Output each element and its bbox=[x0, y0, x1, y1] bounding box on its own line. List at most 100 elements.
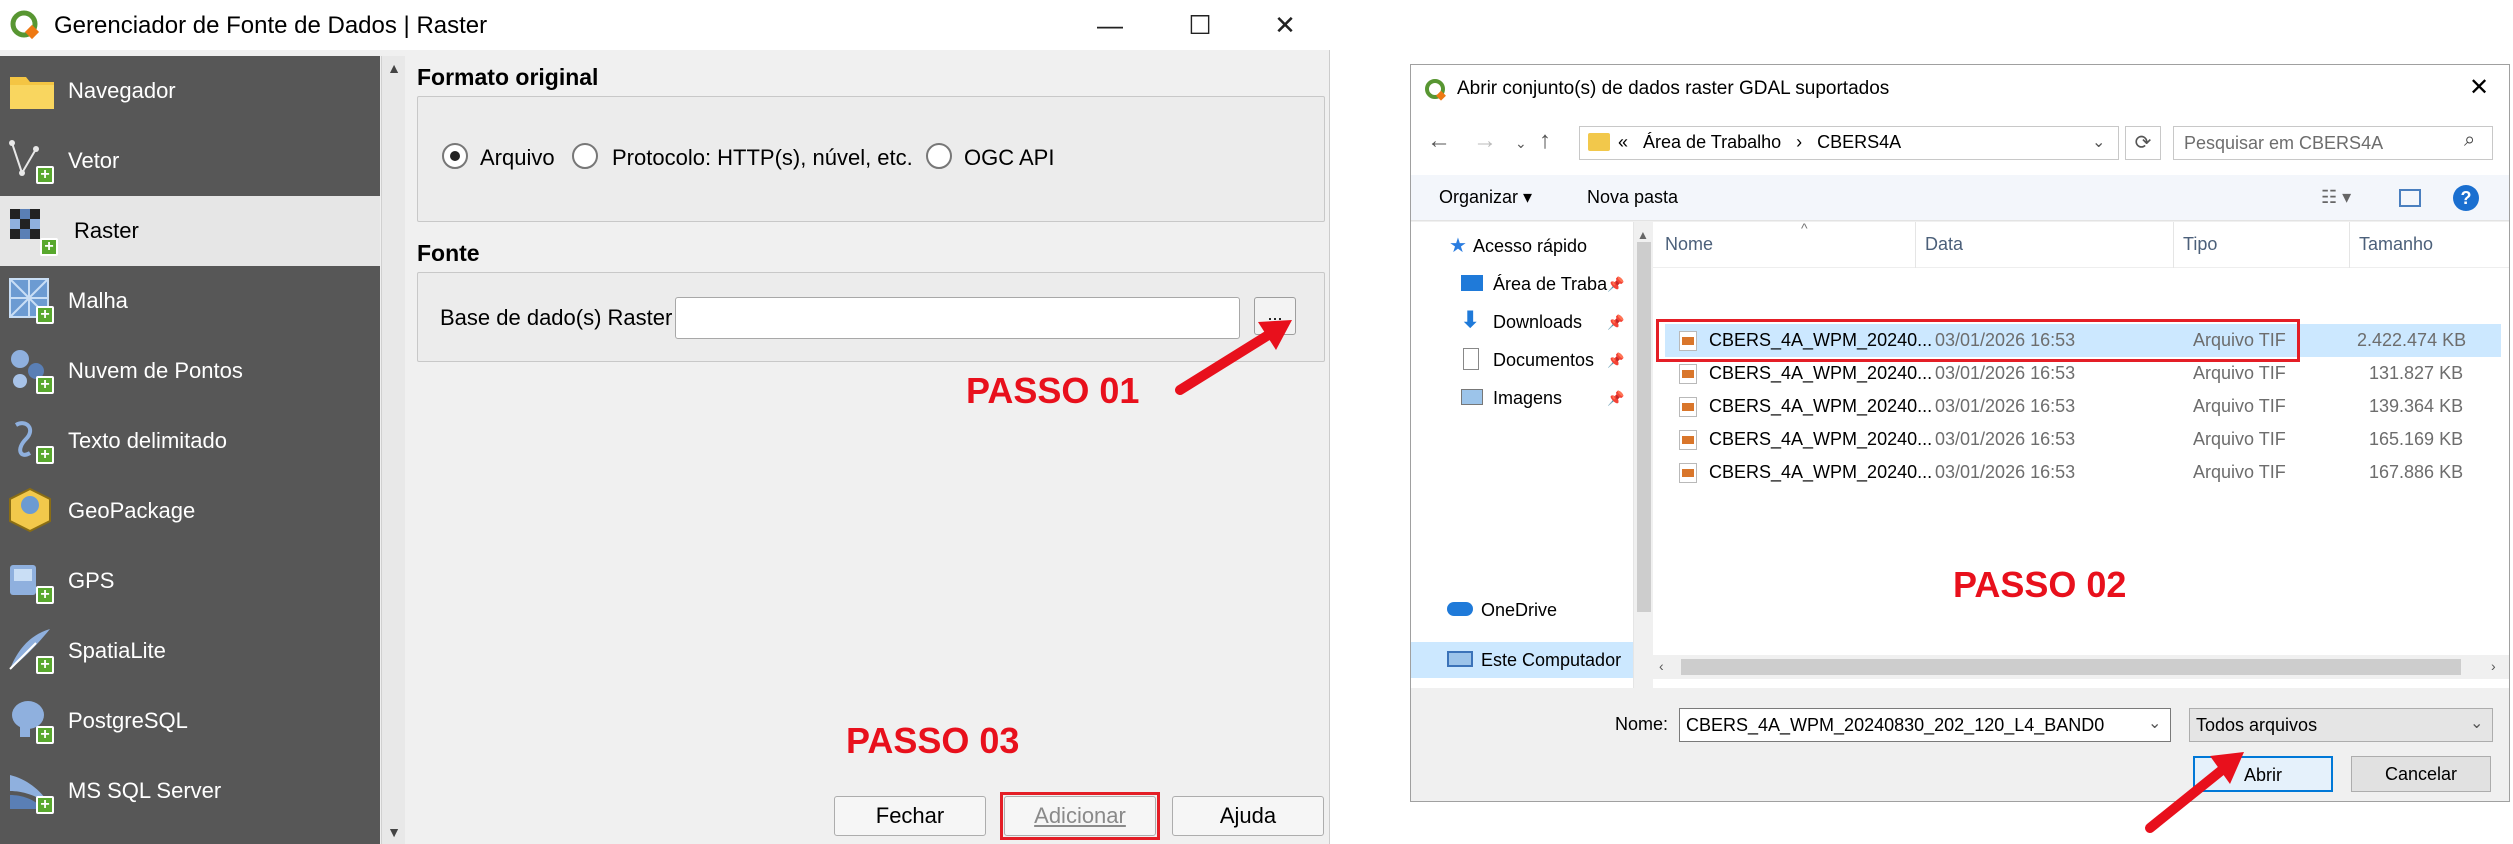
search-input[interactable]: Pesquisar em CBERS4A ⌕ bbox=[2173, 126, 2493, 160]
formato-original-title: Formato original bbox=[417, 64, 599, 90]
column-separator[interactable] bbox=[2173, 222, 2174, 268]
file-list: Nome ^ Data Tipo Tamanho CBERS_4A_WPM_20… bbox=[1653, 220, 2509, 688]
horizontal-scrollbar[interactable]: ‹ › bbox=[1653, 655, 2509, 679]
file-size: 167.886 KB bbox=[2369, 462, 2464, 482]
new-folder-button[interactable]: Nova pasta bbox=[1587, 187, 1678, 208]
table-row[interactable]: CBERS_4A_WPM_20240... 03/01/2026 16:53 A… bbox=[1665, 390, 2501, 423]
nav-item-este-computador[interactable]: Este Computador bbox=[1411, 642, 1633, 678]
chevron-down-icon[interactable]: ⌄ bbox=[2092, 132, 2105, 152]
minimize-button[interactable]: — bbox=[1080, 4, 1140, 46]
column-separator[interactable] bbox=[1915, 222, 1916, 268]
sidebar-item-texto-delimitado[interactable]: + Texto delimitado bbox=[0, 406, 380, 476]
download-icon: ⬇ bbox=[1461, 307, 1480, 332]
refresh-icon[interactable]: ⟳ bbox=[2125, 126, 2161, 160]
nav-item-acesso-rapido[interactable]: ★ Acesso rápido bbox=[1411, 228, 1633, 264]
sidebar-item-spatialite[interactable]: + SpatiaLite bbox=[0, 616, 380, 686]
nav-item-area-de-trabalho[interactable]: Área de Traba 📌 bbox=[1411, 266, 1633, 302]
column-header-size[interactable]: Tamanho bbox=[2359, 234, 2433, 255]
sidebar-item-raster[interactable]: + Raster bbox=[0, 196, 380, 266]
sidebar-item-vetor[interactable]: + Vetor bbox=[0, 126, 380, 196]
sidebar-item-gps[interactable]: + GPS bbox=[0, 546, 380, 616]
file-size: 165.169 KB bbox=[2369, 429, 2464, 449]
scroll-up-icon[interactable]: ▲ bbox=[382, 56, 406, 80]
view-options-icon[interactable]: ☷ ▾ bbox=[2321, 187, 2351, 208]
scroll-right-icon[interactable]: › bbox=[2491, 658, 2496, 674]
desktop-icon bbox=[1461, 275, 1483, 291]
folder-icon bbox=[10, 77, 54, 109]
breadcrumb-overflow[interactable]: « bbox=[1618, 132, 1628, 152]
forward-arrow-icon[interactable]: → bbox=[1473, 127, 1497, 155]
step-1-annotation: PASSO 01 bbox=[966, 370, 1140, 411]
panel-scrollbar[interactable]: ▲ ▼ bbox=[381, 56, 405, 844]
sidebar-item-label: SpatiaLite bbox=[68, 638, 166, 663]
nav-item-documentos[interactable]: Documentos 📌 bbox=[1411, 342, 1633, 378]
sidebar-item-postgresql[interactable]: + PostgreSQL bbox=[0, 686, 380, 756]
sidebar-item-geopackage[interactable]: GeoPackage bbox=[0, 476, 380, 546]
fonte-title: Fonte bbox=[417, 240, 480, 266]
sidebar-item-navegador[interactable]: Navegador bbox=[0, 56, 380, 126]
radio-protocolo[interactable] bbox=[572, 143, 598, 169]
help-icon[interactable]: ? bbox=[2453, 185, 2479, 211]
column-header-row: Nome ^ Data Tipo Tamanho bbox=[1653, 220, 2509, 268]
sidebar-item-malha[interactable]: + Malha bbox=[0, 266, 380, 336]
fechar-button[interactable]: Fechar bbox=[834, 796, 986, 836]
sidebar-item-label: MS SQL Server bbox=[68, 778, 222, 803]
nav-item-downloads[interactable]: ⬇ Downloads 📌 bbox=[1411, 304, 1633, 340]
nav-item-imagens[interactable]: Imagens 📌 bbox=[1411, 380, 1633, 416]
scroll-thumb[interactable] bbox=[1637, 242, 1651, 612]
sidebar-item-nuvem-de-pontos[interactable]: + Nuvem de Pontos bbox=[0, 336, 380, 406]
step-3-annotation: PASSO 03 bbox=[846, 720, 1020, 761]
add-badge-icon: + bbox=[36, 726, 54, 744]
table-row[interactable]: CBERS_4A_WPM_20240... 03/01/2026 16:53 A… bbox=[1665, 423, 2501, 456]
scroll-down-icon[interactable]: ▼ bbox=[382, 820, 406, 844]
fonte-label: Base de dado(s) Raster bbox=[440, 305, 673, 330]
title-bar: Gerenciador de Fonte de Dados | Raster —… bbox=[0, 0, 1330, 50]
sidebar-item-label: Raster bbox=[74, 218, 139, 243]
cancelar-button[interactable]: Cancelar bbox=[2351, 756, 2491, 792]
back-arrow-icon[interactable]: ← bbox=[1427, 127, 1451, 155]
file-date: 03/01/2026 16:53 bbox=[1935, 396, 2076, 416]
dialog-footer: Nome: CBERS_4A_WPM_20240830_202_120_L4_B… bbox=[1411, 688, 2509, 801]
radio-ogc-api-label: OGC API bbox=[964, 145, 1055, 170]
column-header-name[interactable]: Nome bbox=[1665, 234, 1713, 255]
file-size: 2.422.474 KB bbox=[2357, 330, 2467, 350]
address-input[interactable]: « Área de Trabalho › CBERS4A ⌄ bbox=[1579, 126, 2119, 160]
breadcrumb-cbers4a[interactable]: CBERS4A bbox=[1817, 132, 1901, 152]
scroll-left-icon[interactable]: ‹ bbox=[1659, 658, 1664, 674]
column-header-type[interactable]: Tipo bbox=[2183, 234, 2217, 255]
sidebar-item-label: Vetor bbox=[68, 148, 120, 173]
scroll-thumb[interactable] bbox=[1681, 659, 2461, 675]
breadcrumb-desktop[interactable]: Área de Trabalho bbox=[1643, 132, 1781, 152]
scroll-up-icon[interactable]: ▲ bbox=[1637, 228, 1649, 242]
radio-arquivo[interactable] bbox=[442, 143, 468, 169]
raster-source-input[interactable] bbox=[675, 297, 1240, 339]
chevron-down-icon[interactable]: ⌄ bbox=[2148, 713, 2161, 733]
column-separator[interactable] bbox=[2349, 222, 2350, 268]
dialog-title-bar: Abrir conjunto(s) de dados raster GDAL s… bbox=[1411, 65, 2509, 113]
ajuda-button[interactable]: Ajuda bbox=[1172, 796, 1324, 836]
pin-icon: 📌 bbox=[1607, 314, 1625, 330]
close-button[interactable]: ✕ bbox=[1255, 4, 1315, 46]
chevron-down-icon[interactable]: ⌄ bbox=[2470, 713, 2483, 733]
column-header-date[interactable]: Data bbox=[1925, 234, 1963, 255]
recent-dropdown-icon[interactable]: ⌄ bbox=[1515, 135, 1527, 152]
qgis-logo-icon bbox=[10, 10, 40, 40]
file-name-value: CBERS_4A_WPM_20240830_202_120_L4_BAND0 bbox=[1686, 715, 2105, 735]
table-row[interactable]: CBERS_4A_WPM_20240... 03/01/2026 16:53 A… bbox=[1665, 456, 2501, 489]
sidebar-item-ms-sql-server[interactable]: + MS SQL Server bbox=[0, 756, 380, 826]
add-badge-icon: + bbox=[36, 586, 54, 604]
file-type: Arquivo TIF bbox=[2193, 429, 2286, 449]
file-name-input[interactable]: CBERS_4A_WPM_20240830_202_120_L4_BAND0 ⌄ bbox=[1679, 708, 2171, 742]
maximize-button[interactable]: ☐ bbox=[1170, 4, 1230, 46]
geopackage-icon bbox=[9, 487, 51, 533]
radio-ogc-api[interactable] bbox=[926, 143, 952, 169]
file-type-select[interactable]: Todos arquivos ⌄ bbox=[2189, 708, 2493, 742]
dialog-close-button[interactable]: ✕ bbox=[2469, 73, 2489, 102]
navigation-pane: ★ Acesso rápido Área de Traba 📌 ⬇ Downlo… bbox=[1411, 222, 1633, 688]
preview-pane-icon[interactable] bbox=[2399, 189, 2421, 207]
nav-item-label: Acesso rápido bbox=[1473, 235, 1588, 256]
up-arrow-icon[interactable]: ↑ bbox=[1539, 127, 1551, 155]
organize-menu[interactable]: Organizar ▾ bbox=[1439, 187, 1532, 208]
nav-item-onedrive[interactable]: OneDrive bbox=[1411, 592, 1633, 628]
nav-scrollbar[interactable]: ▲ bbox=[1633, 222, 1653, 688]
